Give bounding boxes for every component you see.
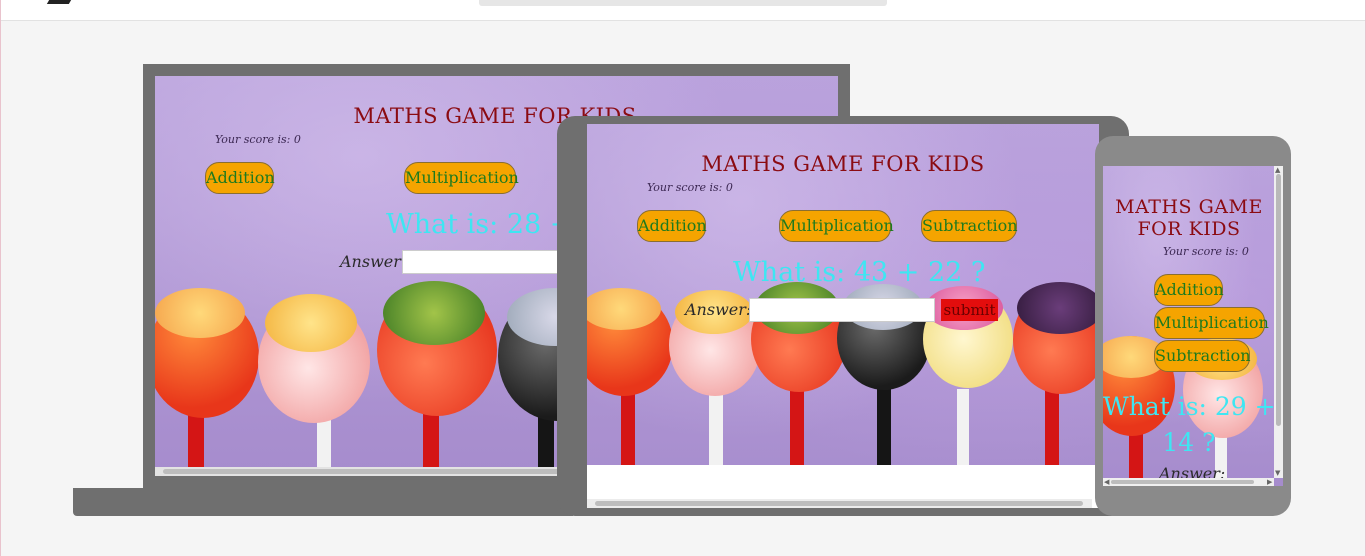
- addition-button[interactable]: Addition: [637, 210, 707, 242]
- scroll-down-icon[interactable]: ▼: [1275, 470, 1280, 477]
- question-text: What is: 28 +: [386, 209, 573, 240]
- scroll-right-icon[interactable]: ▶: [1267, 479, 1272, 486]
- subtraction-button[interactable]: Subtraction: [1154, 340, 1251, 372]
- score-text: Your score is: 0: [215, 133, 301, 146]
- question-line-1: What is: 29 +: [1103, 392, 1276, 421]
- submit-button[interactable]: submit: [941, 299, 998, 321]
- answer-label: Answer:: [340, 252, 407, 271]
- answer-label: Answer:: [685, 300, 752, 319]
- laptop-base: [73, 488, 573, 516]
- frame-edge-left: [0, 0, 8, 556]
- question-line-2: 14 ?: [1162, 428, 1216, 457]
- scrollbar-thumb[interactable]: [595, 501, 1083, 506]
- game-title-line-1: MATHS GAME: [1115, 196, 1263, 218]
- scroll-up-icon[interactable]: ▲: [1275, 167, 1280, 174]
- addition-button[interactable]: Addition: [1154, 274, 1224, 306]
- scrollbar-thumb[interactable]: [1111, 480, 1254, 484]
- multiplication-button[interactable]: Multiplication: [1154, 307, 1269, 339]
- question-text: What is: 43 + 22 ?: [733, 257, 986, 288]
- logo-icon: [46, 0, 72, 4]
- score-text: Your score is: 0: [647, 181, 733, 194]
- question-text: What is: 29 + 14 ?: [1103, 389, 1276, 461]
- answer-input[interactable]: [749, 298, 935, 322]
- game-title: MATHS GAME FOR KIDS: [701, 152, 985, 176]
- frame-edge-right: [1358, 0, 1366, 556]
- multiplication-button[interactable]: Multiplication: [404, 162, 519, 194]
- multiplication-button[interactable]: Multiplication: [779, 210, 894, 242]
- address-bar[interactable]: [479, 0, 887, 6]
- phone-screen: MATHS GAME FOR KIDS Your score is: 0 Add…: [1103, 166, 1283, 486]
- addition-button[interactable]: Addition: [205, 162, 275, 194]
- answer-input[interactable]: [402, 250, 562, 274]
- game-title-line-2: FOR KIDS: [1137, 218, 1241, 240]
- scroll-left-icon[interactable]: ◀: [1104, 479, 1109, 486]
- score-text: Your score is: 0: [1163, 245, 1249, 258]
- subtraction-button[interactable]: Subtraction: [921, 210, 1018, 242]
- tablet-screen: MATHS GAME FOR KIDS Your score is: 0 Add…: [587, 124, 1099, 508]
- scrollbar-thumb[interactable]: [1276, 174, 1281, 426]
- game-title: MATHS GAME FOR KIDS: [1103, 196, 1275, 240]
